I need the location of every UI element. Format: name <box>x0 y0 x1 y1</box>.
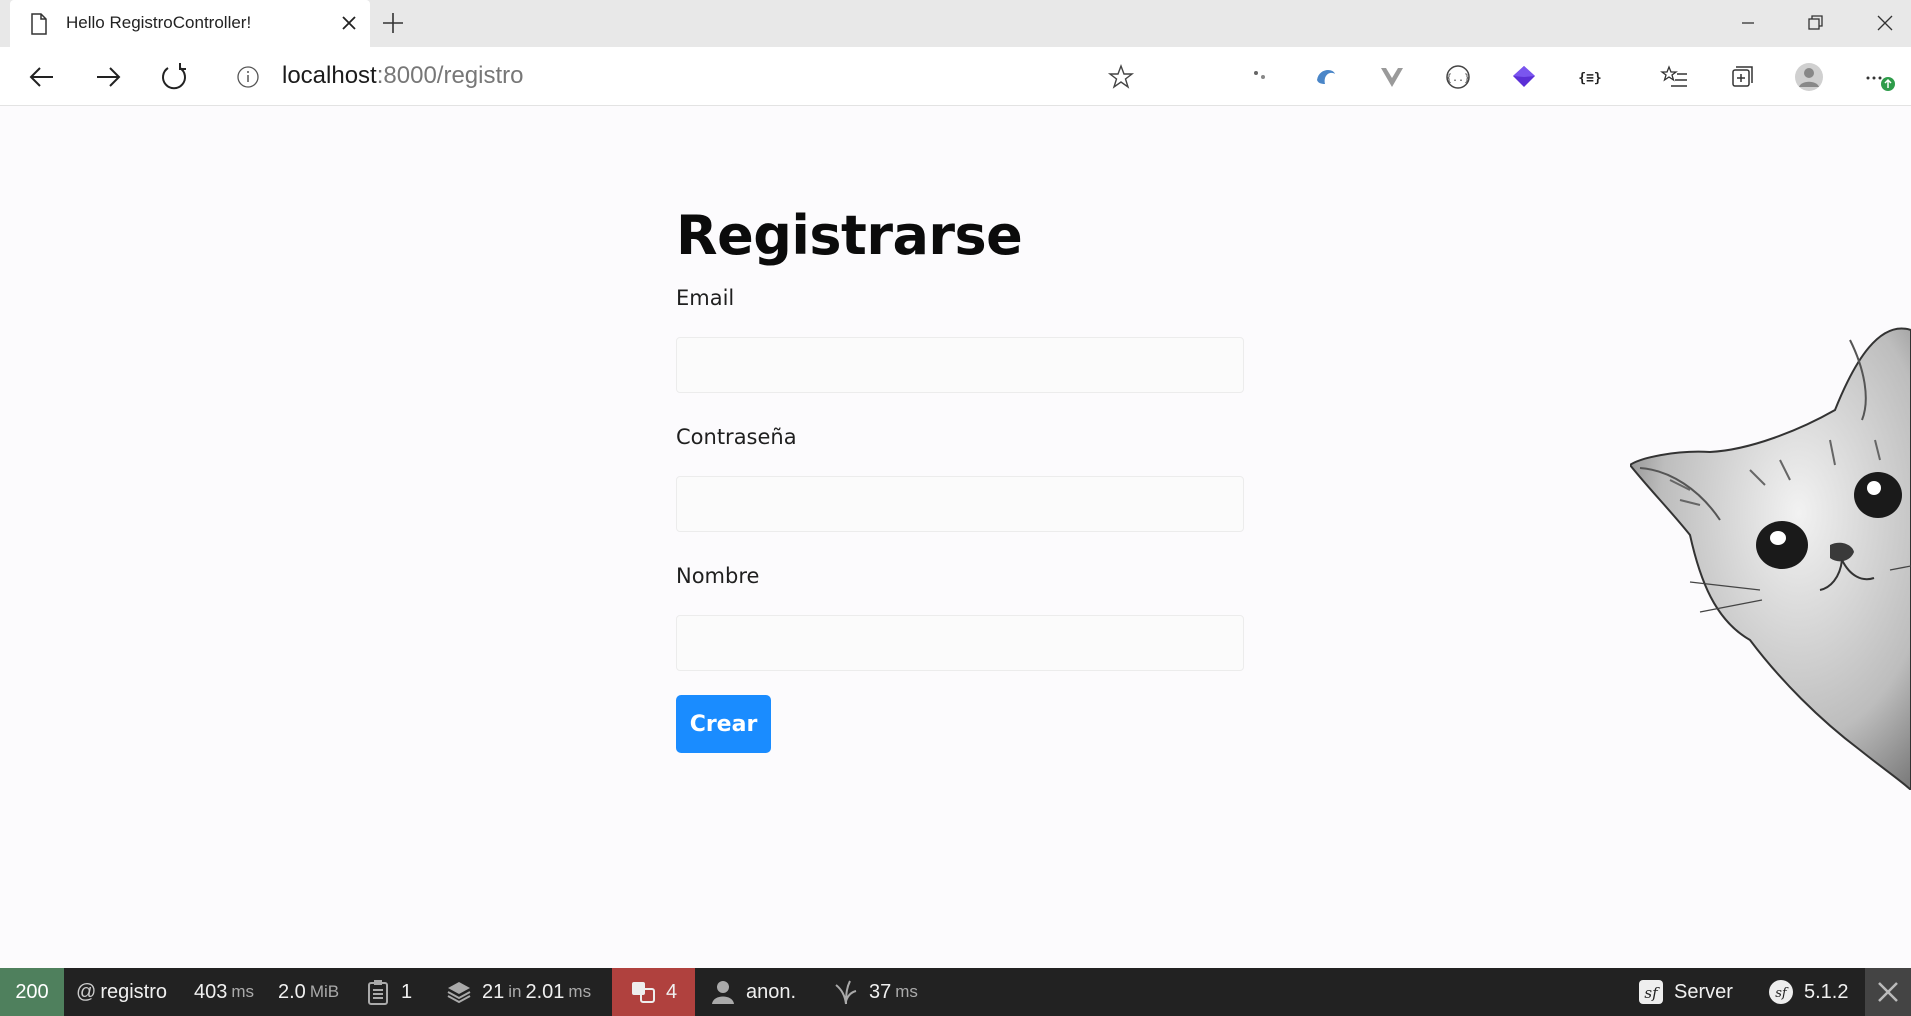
user-icon <box>712 981 734 1004</box>
translation-item[interactable]: 4 <box>612 968 695 1016</box>
translation-icon <box>631 982 655 1003</box>
create-button[interactable]: Crear <box>676 695 771 753</box>
registration-form: Registrarse Email Contraseña Nombre Crea… <box>676 200 1244 753</box>
request-time-item[interactable]: 403 ms <box>194 968 254 1016</box>
tab-strip: Hello RegistroController! <box>0 0 1911 47</box>
favorite-star-icon[interactable] <box>1106 62 1136 92</box>
email-field[interactable] <box>676 337 1244 393</box>
memory-item[interactable]: 2.0 MiB <box>278 968 339 1016</box>
queries-time: 2.01 <box>525 980 565 1003</box>
debug-toolbar: 200 @ registro 403 ms 2.0 MiB 1 21 in 2.… <box>0 968 1911 1016</box>
close-icon <box>1878 982 1898 1002</box>
symfony-logo-icon: sf <box>1639 980 1663 1004</box>
browser-toolbar: localhost:8000/registro {..} {≡} <box>0 47 1911 106</box>
browser-tab[interactable]: Hello RegistroController! <box>10 0 370 47</box>
status-code-badge[interactable]: 200 <box>0 968 64 1016</box>
email-label: Email <box>676 286 735 310</box>
settings-more-icon[interactable] <box>1860 62 1900 92</box>
peeking-cat-illustration <box>1630 327 1911 790</box>
refresh-icon[interactable] <box>158 61 190 93</box>
close-tab-icon[interactable] <box>338 12 360 34</box>
name-label: Nombre <box>676 564 760 588</box>
twig-icon <box>835 980 857 1005</box>
logs-count: 1 <box>401 980 413 1003</box>
extension-cube-icon[interactable] <box>1509 62 1539 92</box>
url-path: :8000/registro <box>376 62 524 89</box>
vue-devtools-icon[interactable] <box>1377 62 1407 92</box>
status-code: 200 <box>15 980 49 1003</box>
new-tab-icon[interactable] <box>380 10 406 36</box>
restore-icon[interactable] <box>1801 8 1831 38</box>
queries-count: 21 <box>482 980 505 1003</box>
symfony-version-item[interactable]: sf 5.1.2 <box>1768 968 1848 1016</box>
server-item[interactable]: sf Server <box>1638 968 1733 1016</box>
password-label: Contraseña <box>676 425 797 449</box>
extension-braces-icon[interactable]: {..} <box>1443 62 1473 92</box>
page-icon <box>31 13 47 35</box>
favorites-list-icon[interactable] <box>1660 62 1690 92</box>
twig-item[interactable]: 37 ms <box>833 968 918 1016</box>
request-time-value: 403 <box>194 980 228 1003</box>
logs-item[interactable]: 1 <box>365 968 412 1016</box>
symfony-version: 5.1.2 <box>1804 980 1849 1003</box>
password-field[interactable] <box>676 476 1244 532</box>
memory-value: 2.0 <box>278 980 306 1003</box>
symfony-circle-logo-icon: sf <box>1769 980 1793 1004</box>
back-icon[interactable] <box>26 61 58 93</box>
close-window-icon[interactable] <box>1870 8 1900 38</box>
page-title: Registrarse <box>676 204 1023 267</box>
twig-time: 37 <box>869 980 892 1003</box>
site-info-icon[interactable] <box>236 65 260 89</box>
svg-text:{≡}: {≡} <box>1578 71 1601 86</box>
tab-title: Hello RegistroController! <box>66 13 252 32</box>
queries-in: in <box>508 982 522 1001</box>
route-item[interactable]: @ registro <box>76 968 167 1016</box>
memory-unit: MiB <box>309 982 340 1001</box>
request-time-unit: ms <box>231 982 255 1001</box>
hide-toolbar-button[interactable] <box>1865 968 1911 1016</box>
twig-unit: ms <box>895 982 918 1001</box>
svg-text:{..}: {..} <box>1446 73 1470 84</box>
translation-count: 4 <box>665 980 678 1003</box>
database-layers-icon <box>447 982 471 1004</box>
queries-unit: ms <box>568 982 592 1001</box>
user-name: anon. <box>746 980 797 1003</box>
forward-icon[interactable] <box>92 61 124 93</box>
route-prefix: @ <box>76 980 97 1003</box>
route-name: registro <box>100 980 168 1003</box>
name-field[interactable] <box>676 615 1244 671</box>
extension-swirl-icon[interactable] <box>1311 62 1341 92</box>
collections-icon[interactable] <box>1726 62 1756 92</box>
server-label: Server <box>1674 980 1733 1003</box>
clipboard-icon <box>368 980 388 1005</box>
json-viewer-icon[interactable]: {≡} <box>1575 62 1605 92</box>
user-item[interactable]: anon. <box>710 968 796 1016</box>
database-item[interactable]: 21 in 2.01 ms <box>446 968 591 1016</box>
minimize-icon[interactable] <box>1733 8 1763 38</box>
url-host: localhost <box>282 62 377 89</box>
extension-dots-icon[interactable] <box>1245 62 1275 92</box>
address-bar[interactable]: localhost:8000/registro <box>282 62 524 90</box>
profile-avatar-icon[interactable] <box>1794 62 1824 92</box>
